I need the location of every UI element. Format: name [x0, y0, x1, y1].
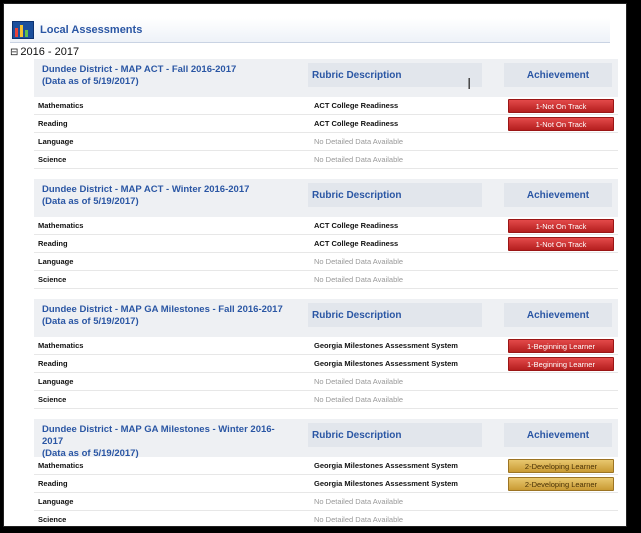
table-row: Mathematics ACT College Readiness 1-Not On… — [34, 97, 618, 115]
assessment-header: Dundee District - MAP GA Milestones - Wi… — [34, 419, 618, 460]
assessment-header: Dundee District - MAP ACT - Winter 2016-… — [34, 179, 618, 217]
rubric-cell: No Detailed Data Available — [314, 515, 404, 524]
assessment-block: Dundee District - MAP GA Milestones - Wi… — [34, 419, 618, 526]
subject-cell: Science — [38, 155, 67, 164]
table-row: Science No Detailed Data Available — [34, 511, 618, 526]
assessment-title[interactable]: Dundee District - MAP GA Milestones - Wi… — [42, 424, 290, 460]
achievement-column-header: Achievement — [504, 303, 612, 327]
rubric-cell: No Detailed Data Available — [314, 257, 404, 266]
subject-cell: Reading — [38, 239, 68, 248]
rubric-cell: No Detailed Data Available — [314, 155, 404, 164]
rubric-cell: ACT College Readiness — [314, 119, 399, 128]
table-row: Reading ACT College Readiness 1-Not On Tra… — [34, 115, 618, 133]
table-row: Mathematics ACT College Readiness 1-Not On… — [34, 217, 618, 235]
data-as-of: (Data as of 5/19/2017) — [42, 76, 139, 87]
rubric-cell: No Detailed Data Available — [314, 275, 404, 284]
achievement-column-header: Achievement — [504, 423, 612, 447]
subject-cell: Language — [38, 137, 74, 146]
assessment-title[interactable]: Dundee District - MAP ACT - Winter 2016-… — [42, 184, 290, 208]
subject-cell: Language — [38, 497, 74, 506]
table-row: Reading Georgia Milestones Assessment Sys… — [34, 475, 618, 493]
bar-chart-logo-icon — [12, 21, 34, 39]
table-row: Language No Detailed Data Available — [34, 373, 618, 391]
assessment-name[interactable]: Dundee District - MAP GA Milestones - Wi… — [42, 424, 275, 447]
subject-cell: Science — [38, 275, 67, 284]
assessment-title[interactable]: Dundee District - MAP GA Milestones - Fa… — [42, 304, 290, 328]
table-row: Language No Detailed Data Available — [34, 493, 618, 511]
assessment-header: Dundee District - MAP GA Milestones - Fa… — [34, 299, 618, 337]
assessment-name[interactable]: Dundee District - MAP GA Milestones - Fa… — [42, 304, 283, 315]
rubric-cell: Georgia Milestones Assessment System — [314, 341, 458, 350]
achievement-badge: 1-Beginning Learner — [508, 339, 614, 353]
collapse-toggle-icon[interactable]: ⊟ — [10, 47, 18, 58]
assessment-name[interactable]: Dundee District - MAP ACT - Winter 2016-… — [42, 184, 249, 195]
table-row: Reading Georgia Milestones Assessment Sys… — [34, 355, 618, 373]
table-row: Mathematics Georgia Milestones Assessment… — [34, 457, 618, 475]
data-as-of: (Data as of 5/19/2017) — [42, 196, 139, 207]
subject-cell: Language — [38, 377, 74, 386]
table-row: Reading ACT College Readiness 1-Not On Tra… — [34, 235, 618, 253]
section-title[interactable]: Local Assessments — [40, 24, 142, 36]
achievement-badge: 1-Not On Track — [508, 117, 614, 131]
achievement-badge: 1-Not On Track — [508, 219, 614, 233]
achievement-column-header: Achievement — [504, 183, 612, 207]
rubric-cell: ACT College Readiness — [314, 221, 399, 230]
assessment-name[interactable]: Dundee District - MAP ACT - Fall 2016-20… — [42, 64, 236, 75]
rubric-cell: No Detailed Data Available — [314, 497, 404, 506]
subject-cell: Language — [38, 257, 74, 266]
assessment-block: Dundee District - MAP GA Milestones - Fa… — [34, 299, 618, 409]
rubric-cell: No Detailed Data Available — [314, 395, 404, 404]
subject-cell: Mathematics — [38, 461, 84, 470]
assessment-header: Dundee District - MAP ACT - Fall 2016-20… — [34, 59, 618, 97]
assessment-block: Dundee District - MAP ACT - Winter 2016-… — [34, 179, 618, 289]
achievement-badge: 1-Not On Track — [508, 237, 614, 251]
page-frame: Local Assessments ⊟ 2016 - 2017 Dundee D… — [3, 3, 627, 527]
rubric-cell: Georgia Milestones Assessment System — [314, 359, 458, 368]
section-header: Local Assessments — [10, 18, 610, 43]
year-group[interactable]: ⊟ 2016 - 2017 — [10, 46, 79, 58]
table-row: Language No Detailed Data Available — [34, 253, 618, 271]
table-row: Mathematics Georgia Milestones Assessment… — [34, 337, 618, 355]
achievement-badge: 1-Not On Track — [508, 99, 614, 113]
rubric-cell: ACT College Readiness — [314, 239, 399, 248]
rubric-cell: No Detailed Data Available — [314, 137, 404, 146]
text-cursor-icon: I — [467, 75, 472, 93]
table-row: Language No Detailed Data Available — [34, 133, 618, 151]
achievement-column-header: Achievement — [504, 63, 612, 87]
year-label: 2016 - 2017 — [20, 46, 80, 58]
rubric-cell: ACT College Readiness — [314, 101, 399, 110]
data-as-of: (Data as of 5/19/2017) — [42, 316, 139, 327]
achievement-badge: 2-Developing Learner — [508, 477, 614, 491]
subject-cell: Mathematics — [38, 341, 84, 350]
subject-cell: Science — [38, 395, 67, 404]
table-row: Science No Detailed Data Available — [34, 271, 618, 289]
subject-cell: Mathematics — [38, 101, 84, 110]
assessment-block: Dundee District - MAP ACT - Fall 2016-20… — [34, 59, 618, 169]
rubric-column-header: Rubric Description — [308, 423, 482, 447]
subject-cell: Science — [38, 515, 67, 524]
achievement-badge: 1-Beginning Learner — [508, 357, 614, 371]
rubric-column-header: Rubric Description — [308, 63, 482, 87]
subject-cell: Reading — [38, 119, 68, 128]
subject-cell: Reading — [38, 479, 68, 488]
achievement-badge: 2-Developing Learner — [508, 459, 614, 473]
rubric-column-header: Rubric Description — [308, 183, 482, 207]
subject-cell: Reading — [38, 359, 68, 368]
rubric-column-header: Rubric Description — [308, 303, 482, 327]
subject-cell: Mathematics — [38, 221, 84, 230]
rubric-cell: Georgia Milestones Assessment System — [314, 479, 458, 488]
table-row: Science No Detailed Data Available — [34, 391, 618, 409]
rubric-cell: Georgia Milestones Assessment System — [314, 461, 458, 470]
table-row: Science No Detailed Data Available — [34, 151, 618, 169]
rubric-cell: No Detailed Data Available — [314, 377, 404, 386]
assessment-title[interactable]: Dundee District - MAP ACT - Fall 2016-20… — [42, 64, 290, 88]
